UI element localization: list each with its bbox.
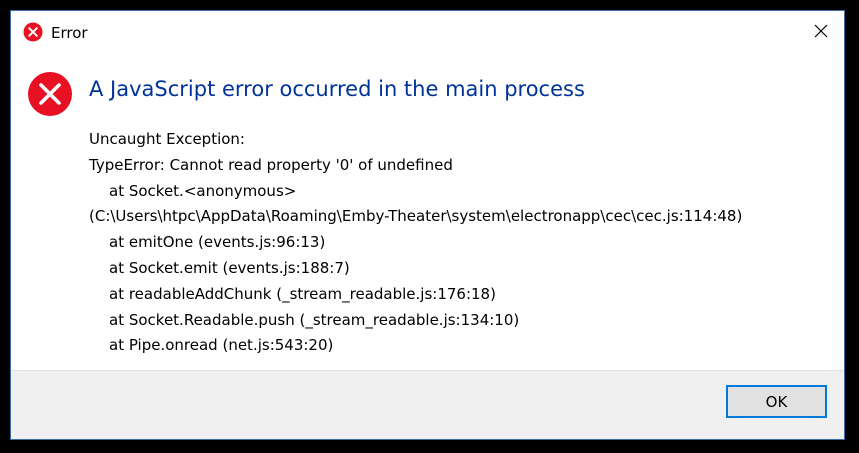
close-icon: [814, 23, 828, 42]
message-line: (C:\Users\htpc\AppData\Roaming\Emby-Thea…: [89, 207, 743, 226]
error-dialog: Error A JavaScript error occurred in the…: [10, 10, 845, 440]
message-line: at Socket.emit (events.js:188:7): [109, 258, 350, 277]
dialog-content: A JavaScript error occurred in the main …: [11, 53, 844, 373]
error-message: Uncaught Exception: TypeError: Cannot rea…: [89, 127, 742, 359]
error-icon: [27, 71, 73, 117]
message-line: TypeError: Cannot read property '0' of u…: [89, 155, 453, 174]
message-line: Uncaught Exception:: [89, 130, 245, 148]
window-title: Error: [51, 24, 88, 42]
message-line: at Pipe.onread (net.js:543:20): [109, 336, 334, 355]
dialog-heading: A JavaScript error occurred in the main …: [89, 77, 585, 101]
message-line: at readableAddChunk (_stream_readable.js…: [109, 284, 496, 303]
message-line: at Socket.<anonymous>: [109, 181, 297, 200]
error-icon: [23, 22, 43, 42]
ok-button[interactable]: OK: [726, 385, 827, 418]
dialog-footer: OK: [11, 370, 844, 439]
message-line: at emitOne (events.js:96:13): [109, 233, 326, 252]
message-line: at Socket.Readable.push (_stream_readabl…: [109, 310, 520, 329]
title-bar[interactable]: Error: [11, 11, 844, 53]
close-button[interactable]: [798, 11, 844, 53]
